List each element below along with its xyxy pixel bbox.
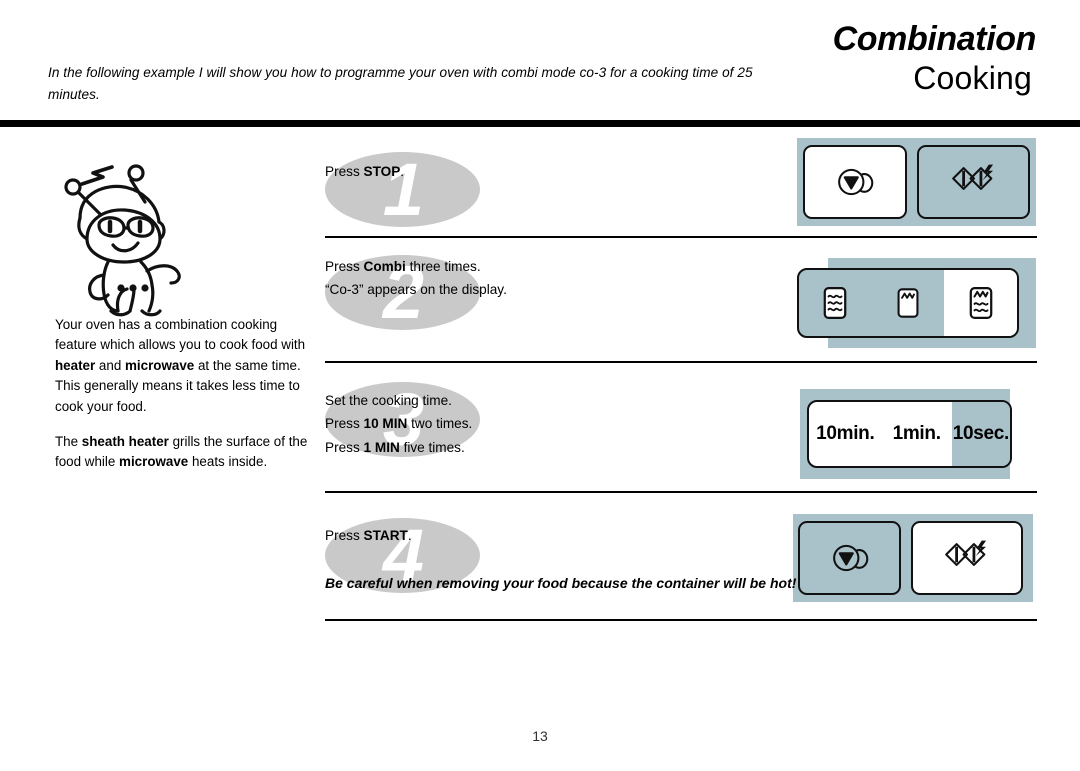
header-divider (0, 120, 1080, 127)
step-3-line-2: Press 10 MIN two times. (325, 416, 473, 432)
intro-paragraph: In the following example I will show you… (48, 65, 753, 103)
step-4-warning: Be careful when removing your food becau… (325, 575, 797, 592)
step-1-divider (325, 236, 1037, 238)
page-title: Combination Cooking (832, 20, 1037, 96)
step-2-line-2: “Co-3” appears on the display. (325, 282, 507, 298)
page-number: 13 (532, 728, 548, 744)
intro-body-text: Your oven has a combination cooking feat… (55, 315, 310, 473)
step-2-line-1: Press Combi three times. (325, 259, 481, 274)
manual-page: Combination Cooking In the following exa… (0, 0, 1080, 771)
page-title-main: Combination (832, 20, 1037, 58)
step-1-line-1: Press STOP. (325, 164, 405, 179)
step-3-text: Set the cooking time. Press 10 MIN two t… (325, 382, 1037, 457)
step-2-text: Press Combi three times. “Co-3” appears … (325, 255, 1037, 300)
step-3-line-1: Set the cooking time. (325, 393, 452, 408)
step-4-divider (325, 619, 1037, 621)
body-paragraph-1: Your oven has a combination cooking feat… (55, 317, 306, 414)
step-2-divider (325, 361, 1037, 363)
step-3: 3 Set the cooking time. Press 10 MIN two… (325, 382, 1037, 462)
body-paragraph-2: The sheath heater grills the surface of … (55, 433, 308, 470)
step-3-divider (325, 491, 1037, 493)
page-title-sub: Cooking (913, 60, 1032, 96)
step-4-text: Press START. (325, 518, 1037, 545)
robot-mascot-icon (46, 142, 206, 317)
step-4-line-1: Press START. (325, 528, 412, 543)
step-1-text: Press STOP. (325, 152, 1037, 181)
step-3-line-3: Press 1 MIN five times. (325, 439, 465, 455)
